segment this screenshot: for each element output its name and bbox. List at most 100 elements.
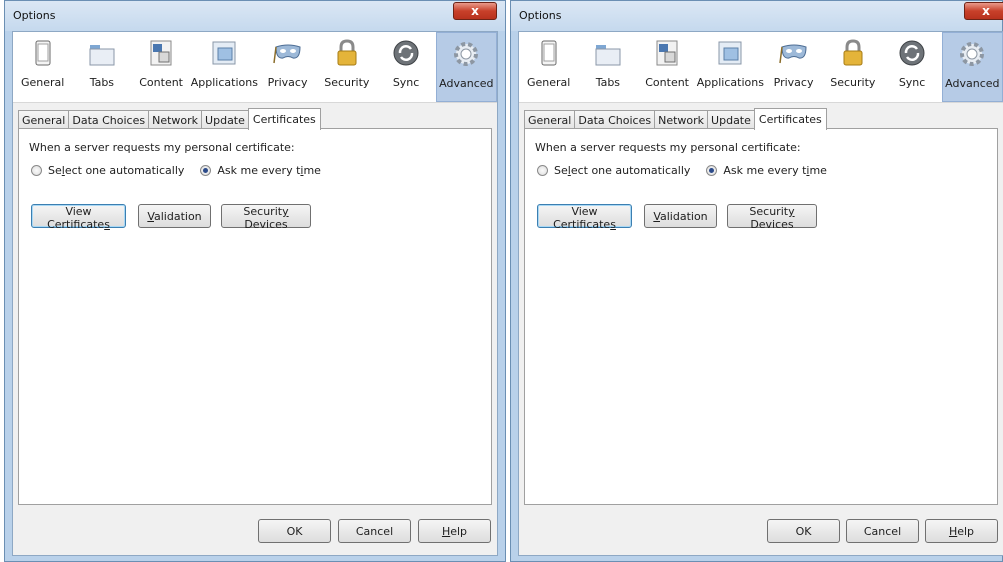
tab-general[interactable]: General: [524, 110, 576, 129]
radio-select-automatically[interactable]: [31, 165, 42, 176]
pane-label: Advanced: [439, 77, 494, 90]
pane-label: Security: [830, 76, 876, 89]
tabs-icon: [89, 45, 115, 66]
help-button[interactable]: Help: [925, 519, 998, 543]
general-icon: [35, 40, 51, 66]
validation-button[interactable]: Validation: [138, 204, 211, 228]
certificates-panel: When a server requests my personal certi…: [524, 128, 998, 505]
radio-ask-every-time-label[interactable]: Ask me every time: [217, 164, 321, 177]
title-bar[interactable]: Options x: [5, 1, 505, 31]
pane-label: Applications: [190, 76, 258, 89]
applications-icon: [718, 41, 742, 65]
pane-tabs[interactable]: Tabs: [578, 32, 637, 102]
certificate-prompt: When a server requests my personal certi…: [535, 141, 801, 154]
title-bar[interactable]: Options x: [511, 1, 1003, 31]
tab-network[interactable]: Network: [654, 110, 709, 129]
pane-label: Content: [139, 76, 183, 89]
pane-applications[interactable]: Applications: [191, 32, 258, 102]
pane-label: Advanced: [945, 77, 1000, 90]
tab-data-choices[interactable]: Data Choices: [68, 110, 150, 129]
certificate-radio-group: Select one automatically Ask me every ti…: [537, 164, 843, 177]
padlock-icon: [337, 39, 357, 66]
dialog-client: General Tabs Content Applications Privac…: [518, 31, 1003, 556]
pane-advanced[interactable]: Advanced: [941, 32, 1003, 102]
view-certificates-button[interactable]: View Certificates: [31, 204, 126, 231]
certificate-prompt: When a server requests my personal certi…: [29, 141, 295, 154]
pane-label: Tabs: [89, 76, 115, 89]
pane-label: Content: [645, 76, 689, 89]
content-icon: [150, 40, 172, 66]
pane-sync[interactable]: Sync: [376, 32, 435, 102]
sync-icon: [899, 40, 925, 66]
radio-select-automatically-label[interactable]: Select one automatically: [48, 164, 184, 177]
privacy-mask-icon: [272, 44, 301, 64]
advanced-tabstrip: General Data Choices Network Update Cert…: [18, 107, 321, 130]
radio-ask-every-time[interactable]: [706, 165, 718, 176]
close-icon: x: [471, 4, 479, 18]
gear-icon: [454, 42, 479, 66]
window-title: Options: [519, 9, 562, 22]
tab-update[interactable]: Update: [707, 110, 755, 129]
dialog-client: General Tabs Content Applications Privac…: [12, 31, 498, 556]
ok-button[interactable]: OK: [767, 519, 840, 543]
applications-icon: [212, 41, 236, 65]
content-icon: [656, 40, 678, 66]
security-devices-button[interactable]: Security Devices: [221, 204, 311, 231]
pane-tabs[interactable]: Tabs: [72, 32, 131, 102]
pane-label: Security: [324, 76, 370, 89]
pane-label: Tabs: [595, 76, 621, 89]
pane-label: Sync: [898, 76, 926, 89]
view-certificates-button[interactable]: View Certificates: [537, 204, 632, 231]
pane-content[interactable]: Content: [638, 32, 697, 102]
pane-applications[interactable]: Applications: [697, 32, 764, 102]
tabs-icon: [595, 45, 621, 66]
certificates-panel: When a server requests my personal certi…: [18, 128, 492, 505]
pane-toolbar: General Tabs Content Applications Privac…: [13, 32, 497, 103]
ok-button[interactable]: OK: [258, 519, 331, 543]
pane-privacy[interactable]: Privacy: [764, 32, 823, 102]
cancel-button[interactable]: Cancel: [846, 519, 919, 543]
window-title: Options: [13, 9, 56, 22]
privacy-mask-icon: [778, 44, 807, 64]
cancel-button[interactable]: Cancel: [338, 519, 411, 543]
radio-ask-every-time[interactable]: [200, 165, 212, 176]
close-button[interactable]: x: [964, 2, 1003, 20]
validation-button[interactable]: Validation: [644, 204, 717, 228]
pane-label: General: [526, 76, 571, 89]
tab-data-choices[interactable]: Data Choices: [574, 110, 656, 129]
tab-network[interactable]: Network: [148, 110, 203, 129]
advanced-tabstrip: General Data Choices Network Update Cert…: [524, 107, 827, 130]
pane-content[interactable]: Content: [132, 32, 191, 102]
tab-certificates[interactable]: Certificates: [753, 108, 827, 130]
sync-icon: [393, 40, 419, 66]
general-icon: [541, 40, 557, 66]
radio-select-automatically[interactable]: [537, 165, 548, 176]
certificate-radio-group: Select one automatically Ask me every ti…: [31, 164, 337, 177]
radio-ask-every-time-label[interactable]: Ask me every time: [723, 164, 827, 177]
pane-privacy[interactable]: Privacy: [258, 32, 317, 102]
close-button[interactable]: x: [453, 2, 497, 20]
pane-advanced[interactable]: Advanced: [435, 32, 497, 102]
tab-update[interactable]: Update: [201, 110, 249, 129]
pane-general[interactable]: General: [519, 32, 578, 102]
padlock-icon: [843, 39, 863, 66]
options-window-right: Options x General Tabs Content Applicati…: [510, 0, 1003, 562]
pane-toolbar: General Tabs Content Applications Privac…: [519, 32, 1003, 103]
pane-sync[interactable]: Sync: [882, 32, 941, 102]
pane-label: General: [20, 76, 65, 89]
security-devices-button[interactable]: Security Devices: [727, 204, 817, 231]
close-icon: x: [982, 4, 990, 18]
tab-certificates[interactable]: Certificates: [247, 108, 321, 130]
gear-icon: [960, 42, 985, 66]
help-button[interactable]: Help: [418, 519, 491, 543]
pane-general[interactable]: General: [13, 32, 72, 102]
tab-general[interactable]: General: [18, 110, 70, 129]
pane-label: Sync: [392, 76, 420, 89]
pane-label: Privacy: [773, 76, 814, 89]
radio-select-automatically-label[interactable]: Select one automatically: [554, 164, 690, 177]
pane-label: Privacy: [267, 76, 308, 89]
options-window-left: Options x General Tabs Content Applicati…: [4, 0, 506, 562]
pane-security[interactable]: Security: [317, 32, 376, 102]
pane-label: Applications: [696, 76, 764, 89]
pane-security[interactable]: Security: [823, 32, 882, 102]
